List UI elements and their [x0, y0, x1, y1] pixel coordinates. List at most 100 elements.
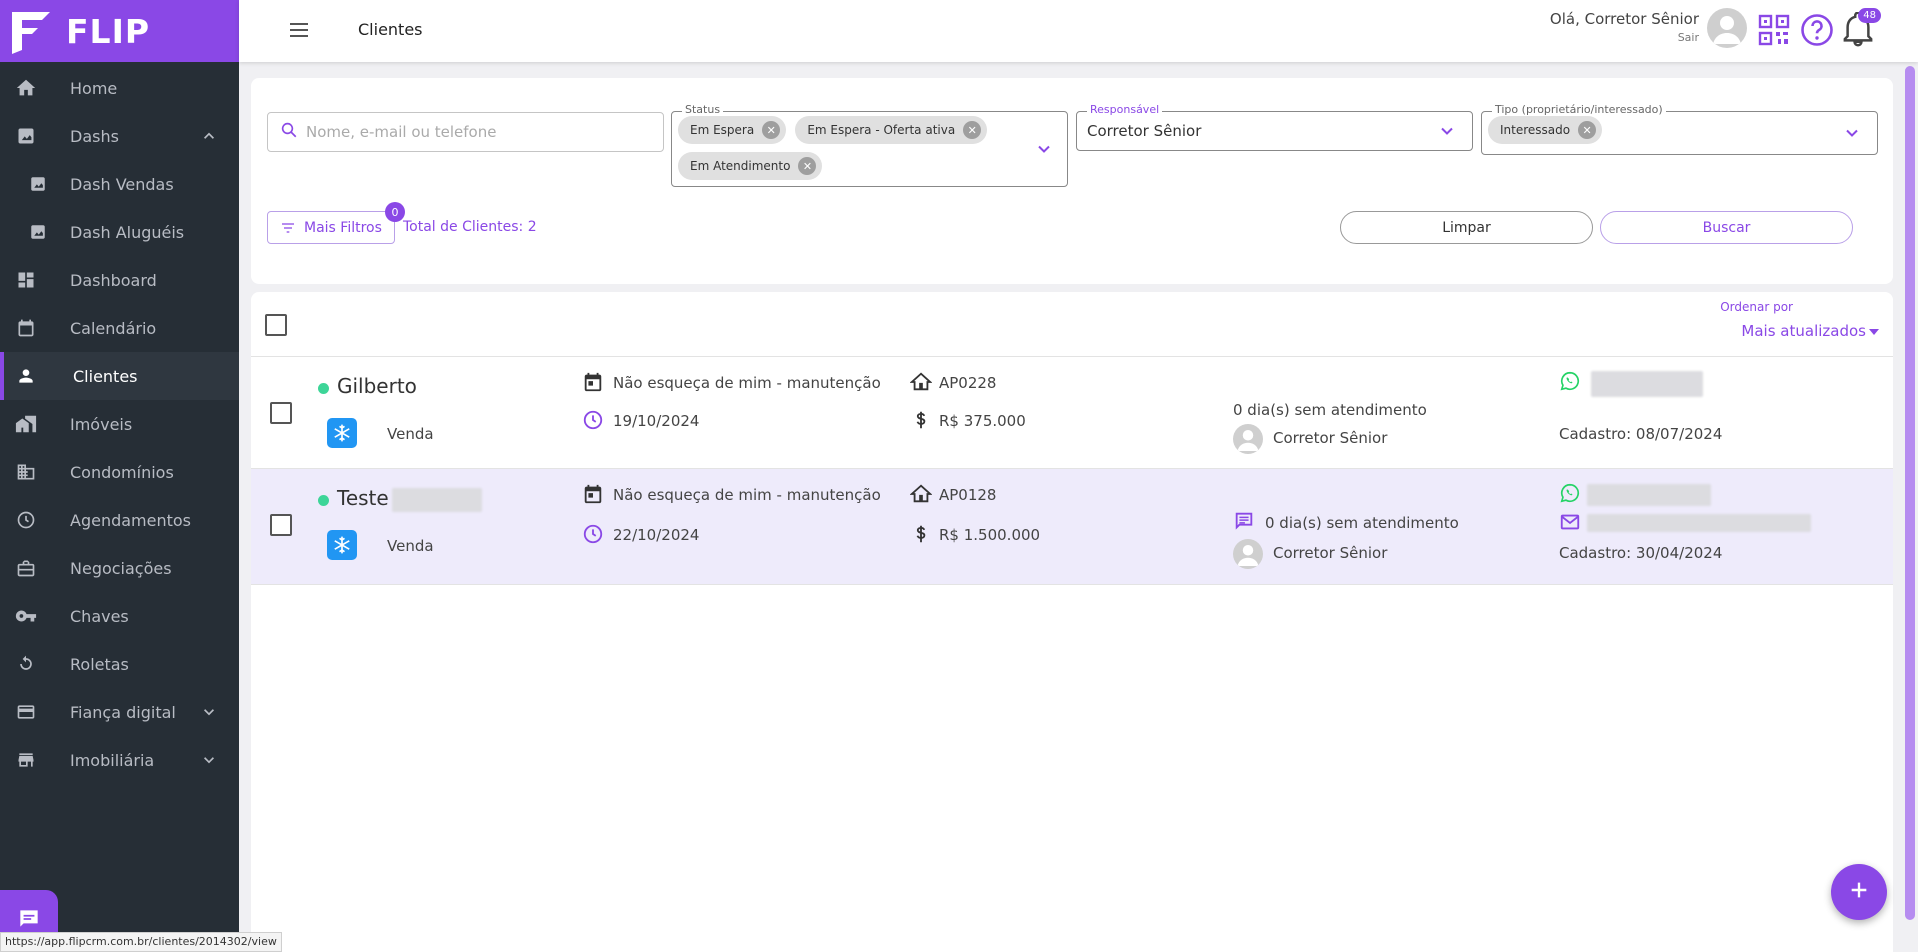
sidebar-item-agendamentos[interactable]: Agendamentos	[0, 496, 239, 544]
responsavel-select[interactable]: Responsável Corretor Sênior	[1076, 103, 1473, 151]
sidebar-item-imoveis[interactable]: Imóveis	[0, 400, 239, 448]
sidebar-item-clientes[interactable]: Clientes	[0, 352, 239, 400]
key-icon	[14, 604, 38, 628]
home-icon	[909, 371, 933, 393]
plus-icon	[1848, 879, 1870, 905]
sidebar-item-label: Agendamentos	[70, 510, 192, 530]
close-icon[interactable]: ✕	[1578, 121, 1597, 139]
days-without-service: 0 dia(s) sem atendimento	[1265, 514, 1459, 532]
mail-icon[interactable]	[1559, 511, 1581, 533]
clock-icon	[14, 508, 38, 532]
sidebar-item-dash-alugueis[interactable]: Dash Aluguéis	[0, 208, 239, 256]
dashboard-icon	[14, 268, 38, 292]
sidebar-item-fianca-digital[interactable]: Fiança digital	[0, 688, 239, 736]
dollar-icon	[910, 409, 932, 431]
client-name[interactable]: Gilberto	[337, 374, 417, 398]
responsavel-value: Corretor Sênior	[1087, 122, 1202, 140]
greeting-text: Olá, Corretor Sênior	[1549, 10, 1699, 28]
name-redacted	[392, 488, 482, 512]
scrollbar[interactable]	[1905, 66, 1915, 920]
order-label: Ordenar por	[1720, 300, 1793, 314]
logout-link[interactable]: Sair	[1550, 31, 1699, 44]
sidebar-item-roletas[interactable]: Roletas	[0, 640, 239, 688]
person-icon	[14, 364, 38, 388]
user-greeting: Olá, Corretor Sênior Sair	[1550, 10, 1699, 44]
divider	[251, 584, 1893, 585]
top-header: Clientes Olá, Corretor Sênior Sair 48	[239, 0, 1918, 62]
sidebar-item-condominios[interactable]: Condomínios	[0, 448, 239, 496]
table-row[interactable]: Gilberto Venda Não esqueça de mim - manu…	[251, 357, 1893, 468]
property-price: R$ 375.000	[939, 412, 1026, 430]
agent-name: Corretor Sênior	[1273, 544, 1388, 562]
select-all-checkbox[interactable]	[265, 314, 287, 336]
sidebar-item-label: Imobiliária	[70, 750, 155, 770]
close-icon[interactable]: ✕	[762, 121, 781, 139]
property-code[interactable]: AP0128	[939, 486, 996, 504]
chevron-down-icon	[199, 702, 219, 726]
reminder-date: 22/10/2024	[613, 526, 700, 544]
tipo-select[interactable]: Tipo (proprietário/interessado) Interess…	[1481, 103, 1878, 155]
logo-bar[interactable]: FLIP	[0, 0, 239, 62]
calendar-icon	[582, 371, 604, 393]
chevron-up-icon	[199, 126, 219, 150]
status-dot	[318, 383, 329, 394]
chart-icon	[26, 220, 50, 244]
home-icon	[14, 76, 38, 100]
email-redacted	[1587, 514, 1811, 532]
row-checkbox[interactable]	[270, 514, 292, 536]
sidebar-item-label: Clientes	[73, 366, 138, 386]
sidebar-item-label: Calendário	[70, 318, 157, 338]
calendar-icon	[582, 483, 604, 505]
deal-type: Venda	[387, 537, 434, 555]
status-chip[interactable]: Em Espera ✕	[678, 116, 787, 144]
status-chip[interactable]: Em Atendimento ✕	[678, 152, 823, 180]
client-name[interactable]: Teste	[337, 486, 389, 510]
status-chip[interactable]: Em Espera - Oferta ativa ✕	[795, 116, 988, 144]
sidebar-item-negociacoes[interactable]: Negociações	[0, 544, 239, 592]
condo-icon	[14, 460, 38, 484]
page-title: Clientes	[358, 20, 423, 39]
chevron-down-icon[interactable]	[1842, 123, 1862, 143]
tipo-chip[interactable]: Interessado ✕	[1488, 116, 1603, 144]
search-button[interactable]: Buscar	[1600, 211, 1853, 244]
search-input[interactable]	[306, 123, 636, 141]
chip-label: Em Atendimento	[690, 159, 791, 173]
status-select[interactable]: Status Em Espera ✕ Em Espera - Oferta ati…	[671, 103, 1068, 187]
order-select[interactable]: Mais atualizados	[1741, 322, 1866, 340]
filter-icon	[280, 220, 296, 236]
qr-code-icon[interactable]	[1758, 14, 1790, 46]
close-icon[interactable]: ✕	[798, 157, 817, 175]
property-code[interactable]: AP0228	[939, 374, 996, 392]
chart-icon	[14, 124, 38, 148]
whatsapp-icon[interactable]	[1559, 370, 1581, 392]
more-filters-badge: 0	[385, 202, 405, 222]
close-icon[interactable]: ✕	[963, 121, 982, 139]
add-client-button[interactable]	[1831, 864, 1887, 920]
sidebar-item-calendario[interactable]: Calendário	[0, 304, 239, 352]
sidebar-item-dashs[interactable]: Dashs	[0, 112, 239, 160]
help-icon[interactable]	[1800, 13, 1834, 47]
avatar[interactable]	[1707, 8, 1747, 48]
agent-name: Corretor Sênior	[1273, 429, 1388, 447]
status-chip-list: Em Espera ✕ Em Espera - Oferta ativa ✕ Em …	[676, 112, 1026, 184]
table-row[interactable]: Teste Venda Não esqueça de mim - manuten…	[251, 469, 1893, 584]
flip-logo-icon	[8, 8, 54, 54]
sidebar-item-dashboard[interactable]: Dashboard	[0, 256, 239, 304]
sidebar-item-label: Dash Aluguéis	[70, 222, 185, 242]
caret-down-icon[interactable]	[1869, 329, 1879, 335]
sidebar-item-home[interactable]: Home	[0, 64, 239, 112]
more-filters-label: Mais Filtros	[304, 219, 382, 236]
sidebar-item-chaves[interactable]: Chaves	[0, 592, 239, 640]
sidebar-item-imobiliaria[interactable]: Imobiliária	[0, 736, 239, 784]
more-filters-button[interactable]: Mais Filtros	[267, 211, 395, 244]
clear-button[interactable]: Limpar	[1340, 211, 1593, 244]
sidebar-item-dash-vendas[interactable]: Dash Vendas	[0, 160, 239, 208]
chevron-down-icon	[199, 750, 219, 774]
chevron-down-icon[interactable]	[1437, 121, 1457, 141]
whatsapp-icon[interactable]	[1559, 482, 1581, 504]
sidebar-item-label: Condomínios	[70, 462, 174, 482]
row-checkbox[interactable]	[270, 402, 292, 424]
chevron-down-icon[interactable]	[1034, 139, 1054, 159]
search-field[interactable]	[267, 112, 664, 152]
hamburger-menu-icon[interactable]	[287, 18, 311, 42]
